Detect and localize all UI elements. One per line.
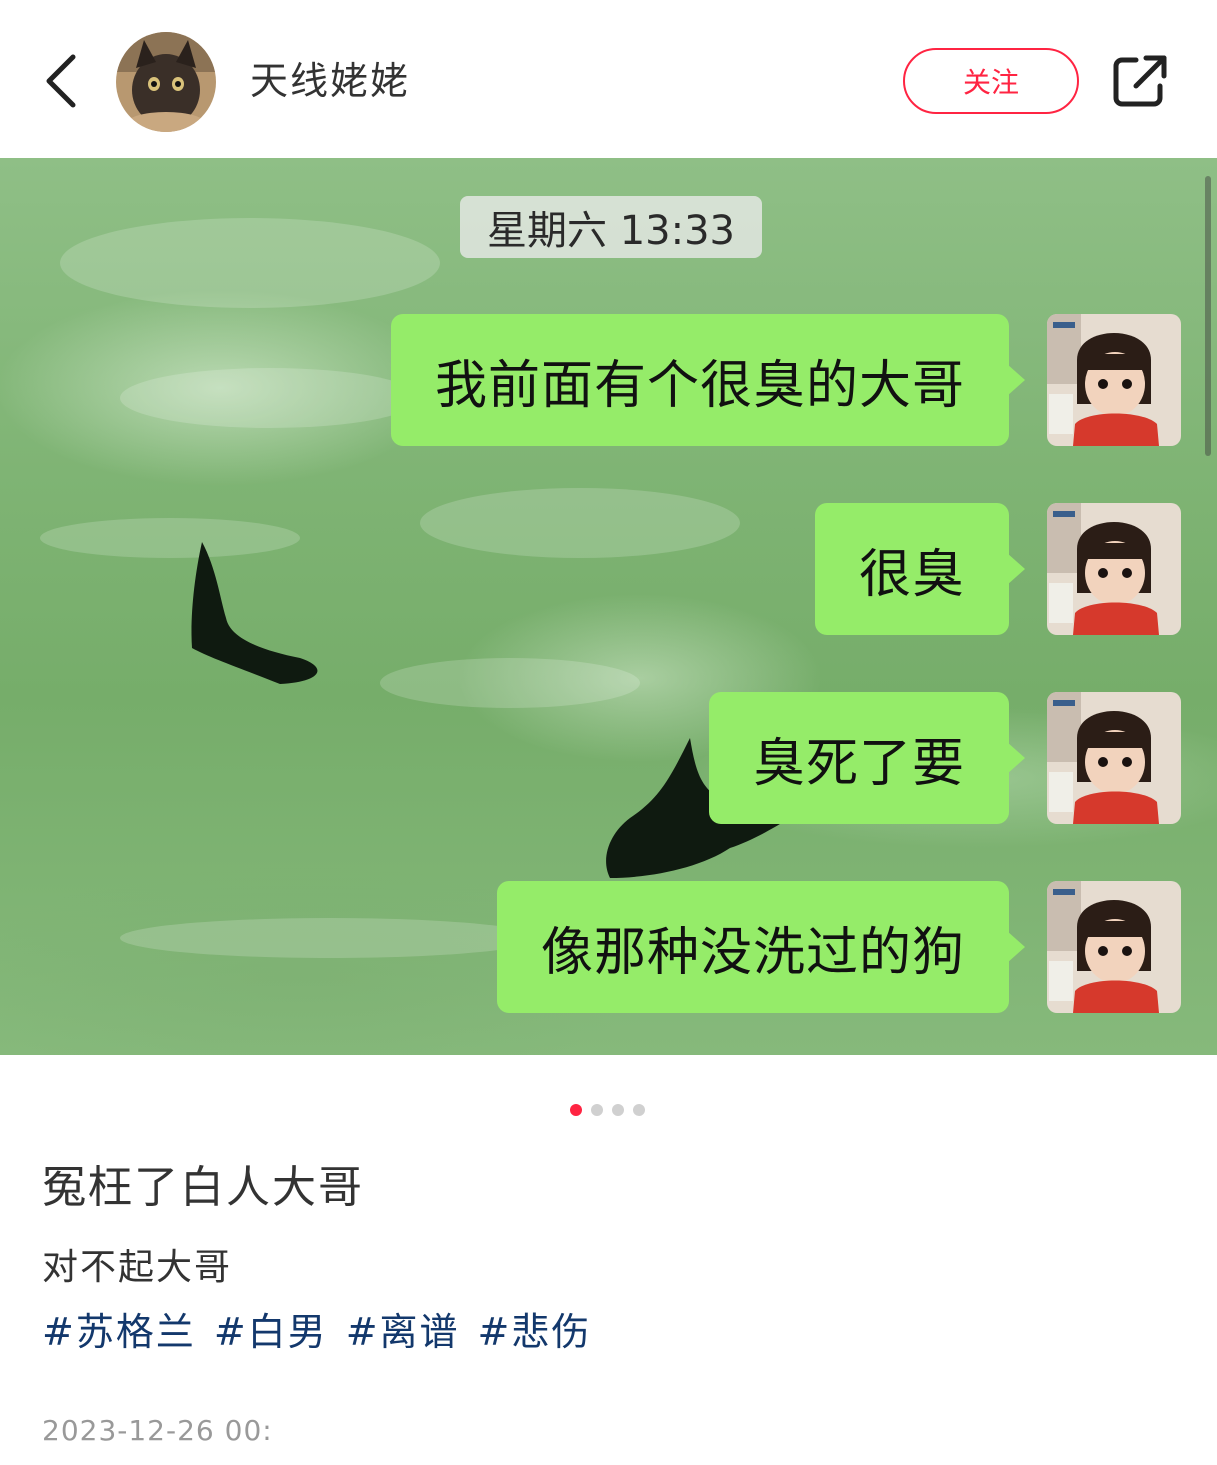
chat-message: 臭死了要 [708, 692, 1181, 824]
hashtag-link[interactable]: #苏格兰 [42, 1306, 196, 1358]
back-button[interactable] [30, 48, 90, 114]
chat-avatar [1047, 314, 1181, 446]
chat-avatar [1047, 692, 1181, 824]
chat-message: 像那种没洗过的狗 [496, 881, 1181, 1013]
post-date: 2023-12-26 00: [42, 1414, 273, 1447]
hashtag-link[interactable]: #悲伤 [478, 1306, 592, 1358]
share-button[interactable] [1108, 50, 1172, 112]
chat-avatar [1047, 503, 1181, 635]
carousel-dot[interactable] [612, 1104, 624, 1116]
chat-bubble: 很臭 [814, 503, 1026, 635]
chat-bubble: 臭死了要 [708, 692, 1026, 824]
carousel-indicator [570, 1104, 645, 1116]
author-name[interactable]: 天线姥姥 [250, 56, 410, 106]
chat-bubble: 我前面有个很臭的大哥 [390, 314, 1026, 446]
chat-avatar [1047, 881, 1181, 1013]
butterfly-shadow-icon [191, 542, 318, 684]
hashtag-link[interactable]: #白男 [214, 1306, 328, 1358]
chat-timestamp: 星期六 13:33 [460, 196, 762, 258]
chat-bubble: 像那种没洗过的狗 [496, 881, 1026, 1013]
chat-message: 我前面有个很臭的大哥 [390, 314, 1181, 446]
carousel-dot[interactable] [633, 1104, 645, 1116]
author-avatar[interactable] [116, 32, 216, 132]
follow-button[interactable]: 关注 [903, 48, 1079, 114]
carousel-dot-active[interactable] [570, 1104, 582, 1116]
hashtag-link[interactable]: #离谱 [346, 1306, 460, 1358]
post-tags: #苏格兰 #白男 #离谱 #悲伤 [42, 1306, 591, 1358]
post-header: 天线姥姥 关注 [0, 0, 1217, 158]
image-scrollbar [1205, 176, 1211, 456]
post-description: 对不起大哥 [42, 1247, 233, 1288]
chevron-left-icon [46, 54, 76, 108]
carousel-dot[interactable] [591, 1104, 603, 1116]
share-icon [1113, 55, 1167, 107]
chat-message: 很臭 [814, 503, 1181, 635]
post-image[interactable]: 星期六 13:33 我前面有个很臭的大哥 很臭 臭死了要 像那种没洗过的狗 [0, 158, 1217, 1055]
post-title: 冤枉了白人大哥 [42, 1162, 364, 1213]
